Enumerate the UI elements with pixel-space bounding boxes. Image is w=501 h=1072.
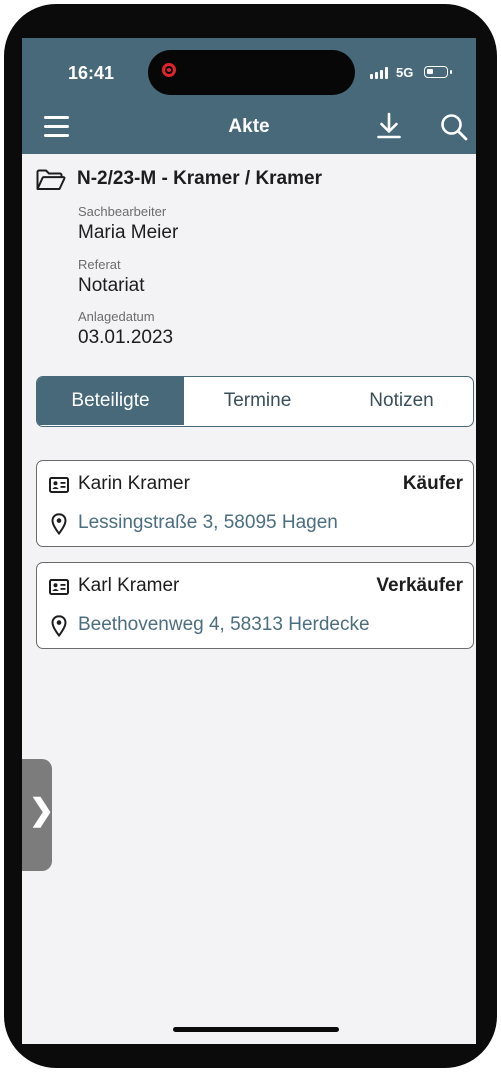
home-indicator[interactable] [173, 1027, 339, 1032]
battery-icon [424, 66, 452, 78]
party-address-link[interactable]: Lessingstraße 3, 58095 Hagen [78, 512, 338, 534]
status-time: 16:41 [68, 63, 115, 83]
segmented-tabs: Beteiligte Termine Notizen [36, 376, 474, 427]
field-label: Referat [78, 257, 121, 272]
download-icon[interactable] [376, 112, 402, 140]
side-panel-handle[interactable]: ❯ [22, 759, 55, 871]
contact-card-icon [49, 477, 69, 493]
tab-beteiligte[interactable]: Beteiligte [37, 377, 184, 425]
signal-icon [370, 67, 390, 79]
location-pin-icon [51, 513, 67, 535]
party-card[interactable]: Karl Kramer Verkäufer Beethovenweg 4, 58… [36, 562, 474, 649]
party-role: Käufer [402, 473, 463, 494]
party-name: Karin Kramer [78, 473, 190, 494]
field-value: Notariat [78, 275, 145, 296]
field-anlagedatum: Anlagedatum 03.01.2023 [78, 309, 173, 349]
field-label: Anlagedatum [78, 309, 155, 324]
search-icon[interactable] [440, 113, 468, 141]
network-label: 5G [396, 65, 414, 80]
field-value: 03.01.2023 [78, 327, 174, 348]
open-folder-icon [36, 169, 66, 190]
app-screen: 16:41 5G Akte N-2/23-M - Kramer / Kramer… [22, 38, 476, 1044]
dynamic-island [148, 50, 355, 95]
phone-frame: 16:41 5G Akte N-2/23-M - Kramer / Kramer… [4, 4, 497, 1068]
field-label: Sachbearbeiter [78, 204, 167, 219]
case-header: N-2/23-M - Kramer / Kramer [34, 166, 464, 196]
field-referat: Referat Notariat [78, 257, 145, 297]
contact-card-icon [49, 579, 69, 595]
chevron-right-icon: ❯ [29, 794, 55, 827]
party-address-link[interactable]: Beethovenweg 4, 58313 Herdecke [78, 614, 370, 636]
field-sachbearbeiter: Sachbearbeiter Maria Meier [78, 204, 178, 244]
party-name: Karl Kramer [78, 575, 180, 596]
screen-recording-icon [162, 63, 176, 77]
case-title: N-2/23-M - Kramer / Kramer [77, 168, 322, 189]
tab-termine[interactable]: Termine [184, 377, 331, 425]
page-title: Akte [228, 116, 270, 137]
party-card[interactable]: Karin Kramer Käufer Lessingstraße 3, 580… [36, 460, 474, 547]
tab-notizen[interactable]: Notizen [331, 377, 472, 425]
field-value: Maria Meier [78, 222, 179, 243]
location-pin-icon [51, 615, 67, 637]
nav-bar: Akte [22, 96, 476, 154]
party-role: Verkäufer [376, 575, 463, 596]
